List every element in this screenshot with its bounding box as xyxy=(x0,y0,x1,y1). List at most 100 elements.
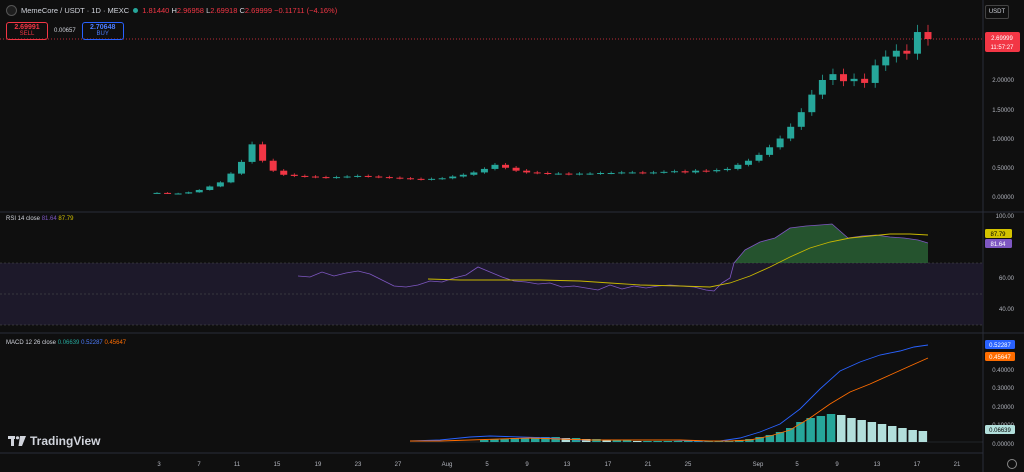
symbol-title[interactable]: MemeCore / USDT · 1D · MEXC xyxy=(21,6,129,15)
histogram-bar xyxy=(653,441,662,442)
macd-tick: 0.40000 xyxy=(992,368,1014,374)
macd-label: MACD 12 26 close xyxy=(6,340,57,346)
candle xyxy=(586,173,594,175)
candle xyxy=(565,173,573,175)
candle xyxy=(512,167,520,171)
rsi-ma-tag-value: 87.79 xyxy=(990,232,1006,238)
macd-legend[interactable]: MACD 12 26 close 0.06639 0.52287 0.45647 xyxy=(6,340,126,346)
candle xyxy=(597,173,605,175)
candle xyxy=(385,177,393,179)
candle xyxy=(533,172,541,174)
histogram-bar xyxy=(673,441,683,442)
close-value: 2.69999 xyxy=(244,6,273,15)
histogram-bar xyxy=(500,439,509,442)
candle xyxy=(417,178,425,180)
histogram-bar xyxy=(877,424,887,442)
candle xyxy=(787,126,795,139)
candle xyxy=(681,171,689,173)
currency-selector[interactable]: USDT xyxy=(985,5,1009,19)
candle xyxy=(343,176,351,178)
time-tick: 25 xyxy=(685,462,692,468)
rsi-label: RSI 14 close xyxy=(6,216,41,222)
symbol-header[interactable]: MemeCore / USDT · 1D · MEXC 1.81440 H2.9… xyxy=(6,5,337,16)
candle xyxy=(354,175,362,177)
macd-hist-value: 0.06639 xyxy=(57,340,80,346)
candle xyxy=(861,78,869,83)
candle xyxy=(280,170,288,175)
rsi-legend[interactable]: RSI 14 close 81.64 87.79 xyxy=(6,216,73,222)
candle xyxy=(164,192,172,194)
candle xyxy=(195,189,203,193)
time-tick: Sep xyxy=(753,462,764,468)
candle xyxy=(375,176,383,178)
chart-canvas[interactable]: 2.00000 1.50000 1.00000 0.50000 0.00000 … xyxy=(0,0,1024,472)
settings-gear-icon[interactable] xyxy=(1007,459,1017,469)
macd-axis[interactable]: 0.40000 0.30000 0.20000 0.10000 0.00000 xyxy=(992,368,1014,448)
time-tick: 15 xyxy=(274,462,281,468)
buy-label: BUY xyxy=(96,31,109,37)
macd-signal-value: 0.45647 xyxy=(104,340,127,346)
candle xyxy=(237,161,245,174)
histogram-bar xyxy=(633,441,642,442)
candle xyxy=(628,172,636,174)
time-tick: 19 xyxy=(315,462,322,468)
candle xyxy=(755,154,763,161)
buy-button[interactable]: 2.70648 BUY xyxy=(81,22,124,40)
tradingview-logo-icon xyxy=(8,436,26,446)
candle xyxy=(808,94,816,113)
candle xyxy=(322,177,330,179)
candle xyxy=(544,173,552,175)
tradingview-logo[interactable]: TradingView xyxy=(8,434,100,448)
change-value: −0.11711 (−4.16%) xyxy=(274,6,338,15)
macd-value: 0.52287 xyxy=(81,340,103,346)
symbol-logo-icon xyxy=(6,5,17,16)
histogram-bar xyxy=(918,431,928,442)
buy-price: 2.70648 xyxy=(90,24,116,31)
time-tick: 5 xyxy=(485,462,489,468)
candle xyxy=(776,138,784,148)
candle xyxy=(216,182,224,187)
time-tick: 11 xyxy=(234,462,241,468)
candle xyxy=(185,192,193,194)
sell-price: 2.69991 xyxy=(14,24,40,31)
time-axis[interactable]: 3 7 11 15 19 23 27 Aug 5 9 13 17 21 25 Sep 5 9 13 17 21 xyxy=(157,462,961,468)
sell-button[interactable]: 2.69991 SELL xyxy=(6,22,48,40)
candle xyxy=(523,170,531,173)
sell-label: SELL xyxy=(19,31,35,37)
histogram-bar xyxy=(663,441,673,442)
candle xyxy=(311,176,319,178)
rsi-value: 81.64 xyxy=(41,216,57,222)
time-tick: 9 xyxy=(835,462,839,468)
candle xyxy=(840,74,848,82)
macd-tick: 0.30000 xyxy=(992,386,1014,392)
rsi-tick: 100.00 xyxy=(996,214,1015,220)
candle xyxy=(269,160,277,171)
candle xyxy=(882,56,890,66)
hist-tag-value: 0.06639 xyxy=(989,428,1011,434)
time-tick: 27 xyxy=(395,462,402,468)
candle xyxy=(290,174,298,176)
histogram-bar xyxy=(592,439,601,442)
open-value: 1.81440 xyxy=(142,6,170,15)
price-axis[interactable]: 2.00000 1.50000 1.00000 0.50000 0.00000 xyxy=(992,78,1014,201)
rsi-ma-value: 87.79 xyxy=(58,216,74,222)
candle xyxy=(364,175,372,177)
candle xyxy=(744,160,752,165)
histogram-bar xyxy=(643,441,652,442)
candle xyxy=(491,164,499,169)
candle xyxy=(470,172,478,175)
candles xyxy=(153,24,932,195)
spread-value: 0.00657 xyxy=(54,28,76,34)
candle xyxy=(871,65,879,83)
macd-tick: 0.20000 xyxy=(992,405,1014,411)
candle xyxy=(480,168,488,173)
candle xyxy=(734,164,742,169)
candle xyxy=(766,147,774,155)
rsi-tag-value: 81.64 xyxy=(990,242,1006,248)
candle xyxy=(575,173,583,175)
candle xyxy=(818,80,826,95)
high-value: 2.96958 xyxy=(176,6,204,15)
rsi-axis[interactable]: 100.00 60.00 40.00 xyxy=(996,214,1015,313)
rsi-overbought-fill xyxy=(734,224,928,263)
candle xyxy=(903,50,911,54)
